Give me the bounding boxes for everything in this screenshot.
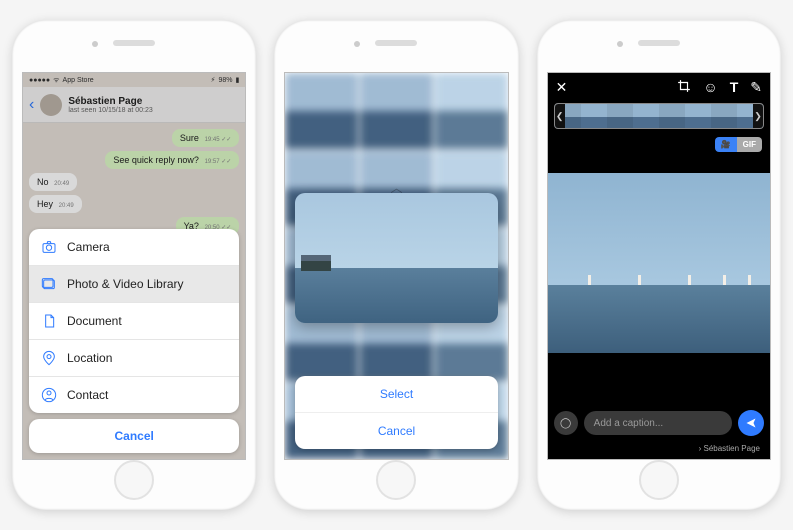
trim-handle-right[interactable]: ❯: [753, 104, 763, 128]
caption-input[interactable]: Add a caption...: [584, 411, 732, 435]
gif-mode-button[interactable]: GIF: [737, 137, 762, 152]
media-canvas[interactable]: [548, 173, 770, 353]
attachment-sheet: Camera Photo & Video Library Document Locat…: [29, 229, 239, 453]
sheet-item-label: Location: [67, 351, 112, 365]
emoji-icon[interactable]: ☺: [703, 79, 717, 95]
recipient-label: › Sébastien Page: [699, 444, 760, 453]
sheet-item-camera[interactable]: Camera: [29, 229, 239, 266]
trim-handle-left[interactable]: ❮: [555, 104, 565, 128]
close-icon[interactable]: ✕: [556, 79, 568, 96]
caption-bar: ◯ Add a caption...: [554, 409, 764, 437]
document-icon: [41, 313, 57, 329]
sheet-item-contact[interactable]: Contact: [29, 377, 239, 413]
sheet-item-label: Camera: [67, 240, 110, 254]
sheet-item-label: Contact: [67, 388, 108, 402]
contact-icon: [41, 387, 57, 403]
video-trim-strip[interactable]: ❮ ❯: [554, 103, 764, 129]
location-icon: [41, 350, 57, 366]
cancel-button[interactable]: Cancel: [295, 413, 497, 449]
sheet-item-label: Document: [67, 314, 122, 328]
media-preview[interactable]: [295, 193, 497, 323]
text-icon[interactable]: T: [730, 79, 739, 95]
sheet-item-location[interactable]: Location: [29, 340, 239, 377]
crop-icon[interactable]: [677, 79, 691, 96]
editor-toolbar: ✕ ☺ T ✎: [548, 73, 770, 101]
photo-library-icon: [41, 276, 57, 292]
sheet-item-photo-library[interactable]: Photo & Video Library: [29, 266, 239, 303]
video-gif-toggle[interactable]: 🎥 GIF: [715, 137, 762, 152]
draw-icon[interactable]: ✎: [750, 79, 762, 96]
cancel-button[interactable]: Cancel: [29, 419, 239, 453]
camera-icon[interactable]: ◯: [554, 411, 578, 435]
sheet-item-document[interactable]: Document: [29, 303, 239, 340]
preview-sheet: Select Cancel: [295, 376, 497, 449]
send-button[interactable]: [738, 410, 764, 436]
select-button[interactable]: Select: [295, 376, 497, 413]
video-mode-icon[interactable]: 🎥: [715, 137, 737, 152]
camera-icon: [41, 239, 57, 255]
sheet-item-label: Photo & Video Library: [67, 277, 184, 291]
